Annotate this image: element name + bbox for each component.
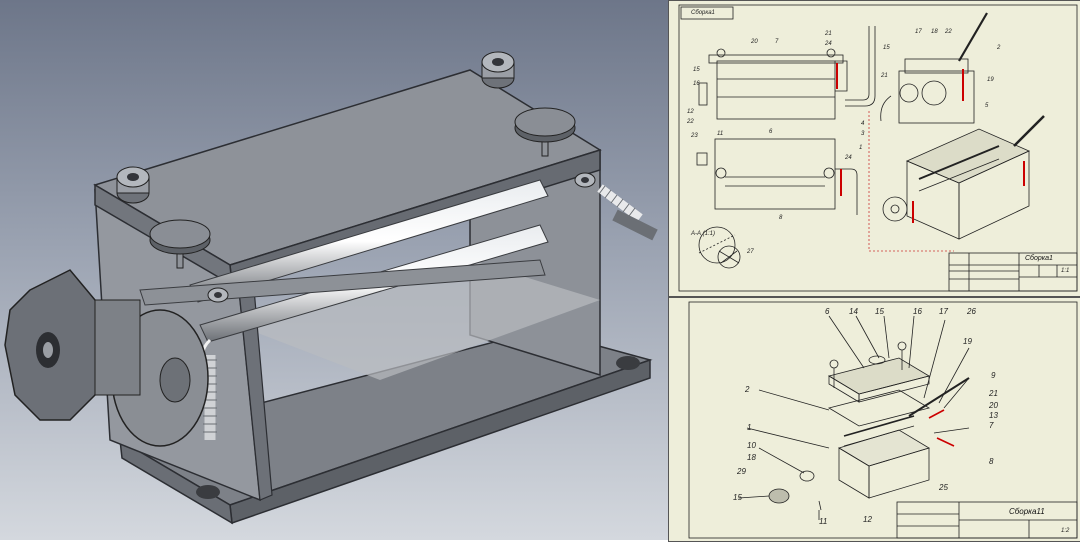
callout: 20 xyxy=(989,401,998,410)
assembly-3d-model xyxy=(4,51,658,525)
callout: 11 xyxy=(717,131,724,137)
callout: 22 xyxy=(687,119,694,125)
callout: 27 xyxy=(747,249,754,255)
callout: 21 xyxy=(825,31,832,37)
callout: 15 xyxy=(875,307,884,316)
callout: 15 xyxy=(693,67,700,73)
callout: 19 xyxy=(963,337,972,346)
callout: 15 xyxy=(883,45,890,51)
callout: 24 xyxy=(825,41,832,47)
drawing-title: Сборка11 xyxy=(1009,507,1045,516)
callout: 6 xyxy=(825,307,830,316)
callout: 12 xyxy=(863,515,872,524)
callout: 29 xyxy=(737,467,746,476)
callout: 21 xyxy=(989,389,998,398)
cap-screw xyxy=(116,166,150,204)
cap-screw xyxy=(481,51,515,89)
mounting-hole xyxy=(616,356,640,370)
callout: 15 xyxy=(733,493,742,502)
callout: 14 xyxy=(849,307,858,316)
drawing-sheet-2[interactable]: Сборка11 1:2 6 14 15 16 17 26 19 9 21 20… xyxy=(668,297,1080,542)
callout: 2 xyxy=(745,385,750,394)
callout: 20 xyxy=(751,39,758,45)
sheet-scale: 1:1 xyxy=(1061,268,1070,274)
callout: 21 xyxy=(881,73,888,79)
callout: 12 xyxy=(687,109,694,115)
sheet-stamp: Сборка1 xyxy=(691,10,715,16)
callout: 1 xyxy=(859,145,863,151)
orthographic-drawing xyxy=(678,4,1078,292)
callout: 13 xyxy=(989,411,998,420)
callout: 18 xyxy=(931,29,938,35)
callout: 26 xyxy=(967,307,976,316)
mounting-hole xyxy=(196,485,220,499)
sheet-scale: 1:2 xyxy=(1061,528,1070,534)
callout: 9 xyxy=(991,371,996,380)
callout: 6 xyxy=(769,129,773,135)
drawing-sheet-1[interactable]: Сборка1 А-А (1:1) Сборка1 1:1 20 7 21 24… xyxy=(668,0,1080,297)
callout: 7 xyxy=(775,39,779,45)
callout: 16 xyxy=(693,81,700,87)
callout: 17 xyxy=(939,307,948,316)
model-viewport[interactable] xyxy=(0,0,668,540)
callout: 3 xyxy=(861,131,865,137)
callout: 22 xyxy=(945,29,952,35)
callout: 2 xyxy=(997,45,1001,51)
callout: 1 xyxy=(747,423,752,432)
callout: 24 xyxy=(845,155,852,161)
callout: 18 xyxy=(747,453,756,462)
callout: 5 xyxy=(985,103,989,109)
callout: 10 xyxy=(747,441,756,450)
callout: 19 xyxy=(987,77,994,83)
callout: 8 xyxy=(779,215,783,221)
callout: 7 xyxy=(989,421,994,430)
callout: 25 xyxy=(939,483,948,492)
callout: 23 xyxy=(691,133,698,139)
exploded-view-drawing xyxy=(688,301,1078,539)
cap-screw xyxy=(574,172,596,188)
callout: 11 xyxy=(819,517,828,526)
callout: 16 xyxy=(913,307,922,316)
drawing-title: Сборка1 xyxy=(1025,255,1053,262)
callout: 8 xyxy=(989,457,994,466)
cap-screw xyxy=(207,287,229,303)
section-label: А-А (1:1) xyxy=(691,231,716,237)
callout: 4 xyxy=(861,121,865,127)
callout: 17 xyxy=(915,29,922,35)
